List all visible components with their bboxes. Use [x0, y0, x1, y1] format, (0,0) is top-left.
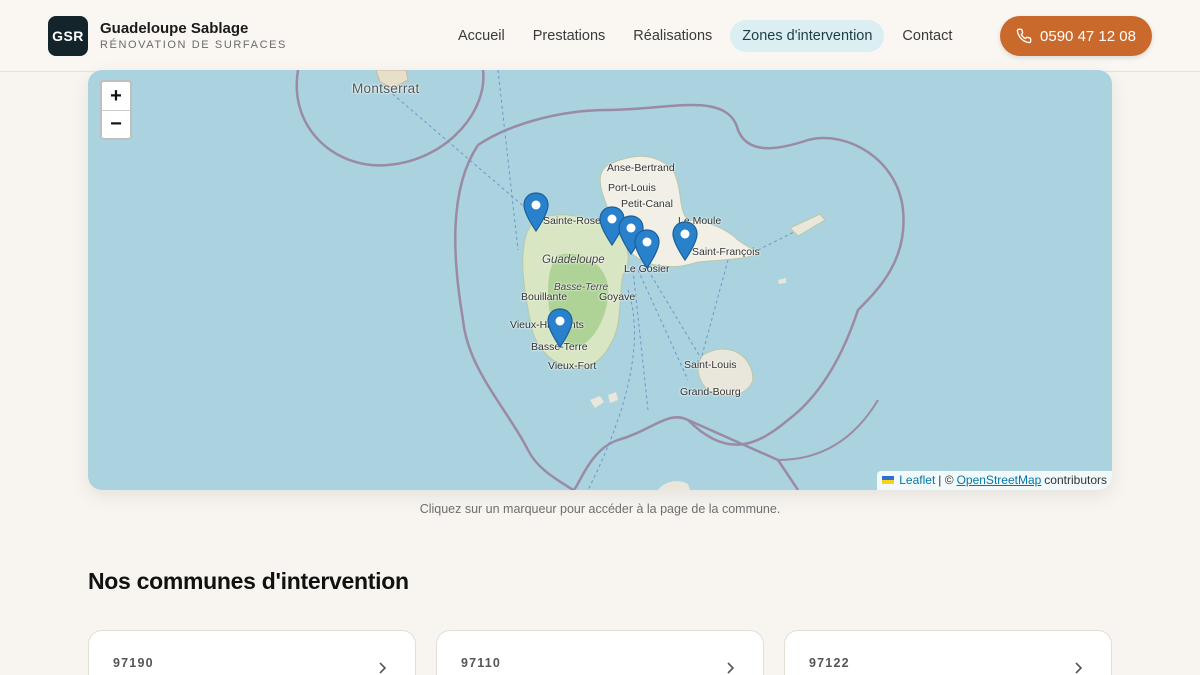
label-montserrat: Montserrat — [352, 81, 420, 96]
label-port-louis: Port-Louis — [608, 182, 656, 194]
label-guadeloupe: Guadeloupe — [542, 254, 605, 266]
osm-link[interactable]: OpenStreetMap — [957, 473, 1042, 487]
label-bouillante: Bouillante — [521, 291, 568, 303]
label-petit-canal: Petit-Canal — [621, 198, 673, 210]
phone-number: 0590 47 12 08 — [1040, 27, 1136, 45]
label-vieux-fort: Vieux-Fort — [548, 360, 597, 372]
section-title: Nos communes d'intervention — [88, 568, 409, 594]
phone-icon — [1016, 28, 1032, 44]
map-marker-basse-terre[interactable] — [547, 308, 573, 348]
zoom-in-button[interactable]: + — [102, 82, 130, 110]
main-nav: Accueil Prestations Réalisations Zones d… — [448, 18, 970, 54]
nav-accueil[interactable]: Accueil — [448, 20, 515, 52]
chevron-right-icon — [1075, 662, 1083, 674]
nav-realisations[interactable]: Réalisations — [623, 20, 722, 52]
map-attribution: Leaflet | © OpenStreetMap contributors — [877, 471, 1112, 490]
label-grand-bourg: Grand-Bourg — [680, 386, 741, 398]
nav-zones-intervention[interactable]: Zones d'intervention — [730, 20, 885, 52]
chevron-right-icon — [379, 662, 387, 674]
site-header: GSR Guadeloupe Sablage RÉNOVATION DE SUR… — [0, 0, 1200, 72]
map-marker-sainte-anne[interactable] — [672, 221, 698, 261]
label-goyave: Goyave — [599, 291, 636, 303]
brand-name[interactable]: Guadeloupe Sablage — [100, 20, 248, 37]
map-caption: Cliquez sur un marqueur pour accéder à l… — [419, 502, 781, 516]
chevron-right-icon — [727, 662, 735, 674]
phone-button[interactable]: 0590 47 12 08 — [1000, 16, 1152, 56]
brand-tagline: RÉNOVATION DE SURFACES — [100, 39, 287, 51]
label-saint-louis: Saint-Louis — [684, 359, 737, 371]
zoom-control: + − — [100, 80, 132, 140]
commune-card[interactable]: 97190 — [88, 630, 416, 675]
leaflet-link[interactable]: Leaflet — [899, 473, 935, 487]
map-marker-sainte-rose[interactable] — [523, 192, 549, 232]
label-saint-francois: Saint-François — [692, 246, 760, 258]
map-marker-le-gosier[interactable] — [634, 229, 660, 269]
attribution-contributors: contributors — [1044, 473, 1107, 487]
attribution-separator: | © — [938, 473, 954, 487]
logo[interactable]: GSR — [48, 16, 88, 56]
commune-zip: 97190 — [113, 656, 154, 670]
zoom-out-button[interactable]: − — [102, 110, 130, 138]
commune-zip: 97110 — [461, 656, 502, 670]
commune-card[interactable]: 97110 — [436, 630, 764, 675]
label-anse-bertrand: Anse-Bertrand — [607, 162, 675, 174]
label-sainte-rose: Sainte-Rose — [543, 215, 601, 227]
intervention-map[interactable]: Montserrat Anse-Bertrand Port-Louis Peti… — [88, 70, 1112, 490]
ukraine-flag-icon — [882, 476, 895, 484]
nav-prestations[interactable]: Prestations — [523, 20, 616, 52]
commune-zip: 97122 — [809, 656, 850, 670]
commune-card[interactable]: 97122 — [784, 630, 1112, 675]
nav-contact[interactable]: Contact — [892, 20, 962, 52]
map-tiles — [295, 70, 905, 490]
